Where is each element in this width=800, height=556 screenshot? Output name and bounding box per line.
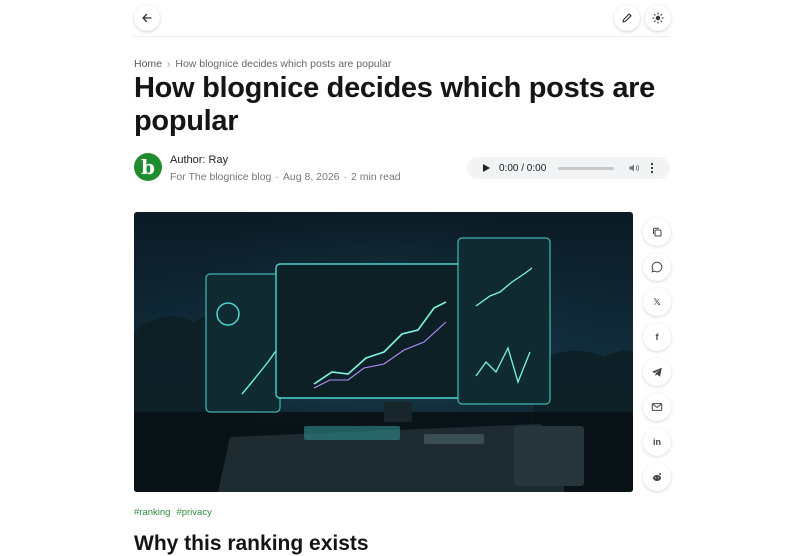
breadcrumb: Home › How blognice decides which posts … bbox=[134, 58, 391, 70]
article-meta: For The blognice blog · Aug 8, 2026 · 2 … bbox=[170, 171, 401, 183]
x-icon: 𝕏 bbox=[653, 296, 661, 307]
telegram-icon bbox=[652, 367, 662, 377]
blog-name: For The blognice blog bbox=[170, 171, 272, 183]
analytics-dashboard-illustration bbox=[134, 212, 633, 492]
linkedin-share-button[interactable]: in bbox=[643, 428, 671, 456]
author-label[interactable]: Author: Ray bbox=[170, 154, 228, 166]
arrow-left-icon bbox=[142, 13, 152, 23]
facebook-share-button[interactable]: f bbox=[643, 323, 671, 351]
pencil-icon bbox=[622, 13, 632, 23]
reddit-share-button[interactable] bbox=[643, 463, 671, 491]
edit-button[interactable] bbox=[614, 5, 640, 31]
meta-dot: · bbox=[343, 171, 348, 183]
volume-icon[interactable] bbox=[628, 162, 640, 174]
audio-time: 0:00 / 0:00 bbox=[499, 162, 547, 174]
article-title: How blognice decides which posts are pop… bbox=[134, 72, 655, 137]
publish-date: Aug 8, 2026 bbox=[282, 171, 340, 183]
email-icon bbox=[651, 403, 663, 411]
more-options-icon[interactable] bbox=[650, 162, 654, 174]
theme-toggle-button[interactable] bbox=[645, 5, 671, 31]
audio-progress-track[interactable] bbox=[558, 166, 615, 170]
audio-player: 0:00 / 0:00 bbox=[467, 157, 670, 179]
read-time: 2 min read bbox=[351, 171, 401, 183]
facebook-icon: f bbox=[655, 332, 659, 342]
tag-privacy[interactable]: #privacy bbox=[176, 507, 211, 518]
whatsapp-share-button[interactable] bbox=[643, 253, 671, 281]
hero-image bbox=[134, 212, 633, 492]
top-toolbar bbox=[134, 0, 671, 37]
breadcrumb-separator: › bbox=[167, 58, 171, 70]
section-heading: Why this ranking exists bbox=[134, 532, 369, 555]
play-icon[interactable] bbox=[481, 163, 491, 173]
email-share-button[interactable] bbox=[643, 393, 671, 421]
copy-link-icon bbox=[653, 227, 662, 237]
breadcrumb-home-link[interactable]: Home bbox=[134, 58, 162, 70]
tag-ranking[interactable]: #ranking bbox=[134, 507, 170, 518]
meta-dot: · bbox=[275, 171, 279, 183]
x-share-button[interactable]: 𝕏 bbox=[643, 288, 671, 316]
telegram-share-button[interactable] bbox=[643, 358, 671, 386]
sun-icon bbox=[652, 12, 664, 24]
linkedin-icon: in bbox=[653, 437, 661, 447]
back-button[interactable] bbox=[134, 5, 160, 31]
author-avatar-letter: b bbox=[141, 155, 155, 179]
tag-list: #ranking #privacy bbox=[134, 507, 212, 518]
copy-link-button[interactable] bbox=[643, 218, 671, 246]
whatsapp-icon bbox=[651, 261, 663, 273]
author-avatar: b bbox=[134, 153, 162, 181]
breadcrumb-current: How blognice decides which posts are pop… bbox=[175, 58, 392, 70]
reddit-icon bbox=[653, 473, 662, 481]
